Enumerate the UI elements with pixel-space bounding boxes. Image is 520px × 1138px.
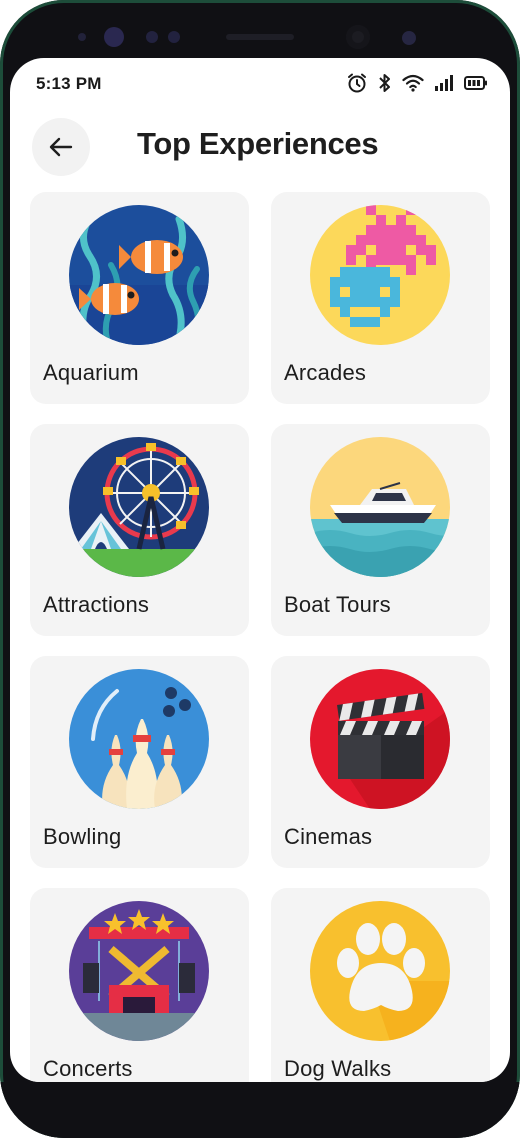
experience-card-concerts[interactable]: Concerts [30,888,249,1082]
bowling-illustration [69,669,209,809]
app-screen: 5:13 PM Top Experiences Aquarium Arcades… [10,58,510,1082]
boat-illustration [310,437,450,577]
top-app-bar: Top Experiences [10,116,510,178]
arrow-left-icon [49,137,73,157]
experience-label: Cinemas [284,824,373,849]
experience-card-boat-tours[interactable]: Boat Tours [271,424,490,636]
experience-label: Boat Tours [284,592,391,617]
experience-label: Concerts [43,1056,133,1081]
concert-stage-illustration [69,901,209,1041]
front-sensors [0,0,520,60]
paw-print-illustration [310,901,450,1041]
status-time: 5:13 PM [36,74,102,93]
battery-icon [464,76,487,90]
arcade-space-invader-illustration [310,205,450,345]
sensor-dot [104,27,124,47]
alarm-icon [348,73,366,93]
phone-frame: 5:13 PM Top Experiences Aquarium Arcades… [0,0,520,1138]
back-button[interactable] [32,118,90,176]
experience-card-arcades[interactable]: Arcades [271,192,490,404]
bluetooth-icon [379,74,390,92]
device-bottom-bezel [0,1082,520,1138]
aquarium-fish-illustration [69,205,209,345]
experience-card-bowling[interactable]: Bowling [30,656,249,868]
experience-label: Bowling [43,824,122,849]
experience-label: Dog Walks [284,1056,392,1081]
earpiece-speaker [226,34,294,40]
signal-icon [435,75,453,91]
experience-label: Attractions [43,592,150,617]
status-bar: 5:13 PM [10,58,510,108]
experience-label: Aquarium [43,360,139,385]
experience-card-attractions[interactable]: Attractions [30,424,249,636]
sensor-dot [146,31,158,43]
experience-card-cinemas[interactable]: Cinemas [271,656,490,868]
sensor-dot [168,31,180,43]
front-camera [346,25,370,49]
wifi-icon [402,74,424,92]
clapperboard-illustration [310,669,450,809]
ferris-wheel-illustration [69,437,209,577]
experience-label: Arcades [284,360,367,385]
status-icons [346,72,488,94]
sensor-dot [78,33,86,41]
sensor-dot [402,31,416,45]
experience-card-aquarium[interactable]: Aquarium [30,192,249,404]
experiences-grid: Aquarium Arcades Attractions Boat Tours … [30,192,490,1082]
page-title: Top Experiences [137,126,379,161]
experience-card-dog-walks[interactable]: Dog Walks [271,888,490,1082]
